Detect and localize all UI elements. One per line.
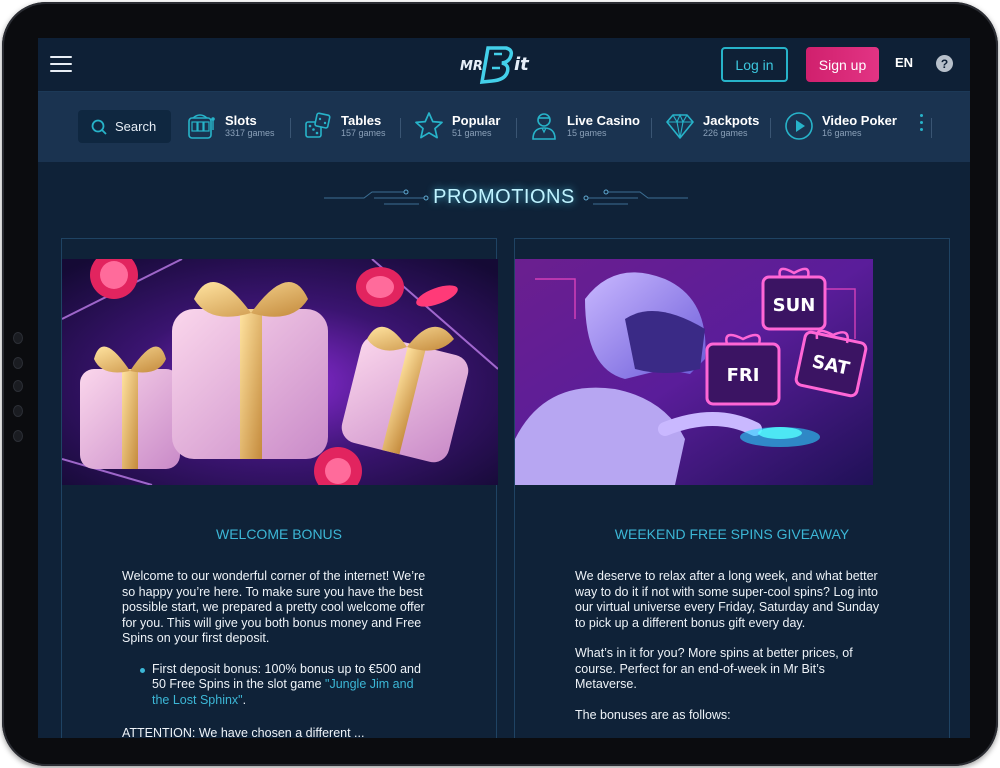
category-jackpots[interactable]: Jackpots 226 games bbox=[664, 106, 759, 146]
category-slots[interactable]: Slots 3317 games bbox=[186, 106, 275, 146]
search-label: Search bbox=[115, 119, 157, 134]
tablet-camera-dot bbox=[13, 332, 23, 344]
tablet-side-dot bbox=[13, 357, 23, 369]
category-count: 3317 games bbox=[225, 128, 275, 138]
dealer-icon bbox=[532, 113, 556, 140]
category-name: Tables bbox=[341, 113, 382, 128]
promo-paragraph: The bonuses are as follows: bbox=[575, 707, 731, 722]
promo-title: WEEKEND FREE SPINS GIVEAWAY bbox=[614, 526, 850, 542]
dice-icon bbox=[305, 112, 331, 138]
category-name: Slots bbox=[225, 113, 257, 128]
page-title: PROMOTIONS bbox=[433, 186, 575, 208]
more-categories-icon[interactable] bbox=[918, 114, 924, 138]
category-count: 157 games bbox=[341, 128, 386, 138]
promo-card-welcome-bonus[interactable]: WELCOME BONUS Welcome to our wonderful c… bbox=[61, 238, 498, 738]
category-video-poker[interactable]: Video Poker 16 games bbox=[783, 106, 897, 146]
category-name: Jackpots bbox=[703, 113, 760, 128]
promo-title: WELCOME BONUS bbox=[215, 526, 342, 542]
screen: MR it Log in Sign up EN ? Search Slots 3… bbox=[38, 38, 970, 738]
play-icon bbox=[785, 112, 813, 140]
nav-divider bbox=[400, 118, 401, 138]
gift-boxes-image bbox=[62, 259, 498, 485]
tablet-side-dot bbox=[13, 430, 23, 442]
category-name: Live Casino bbox=[567, 113, 640, 128]
star-icon bbox=[415, 112, 443, 139]
robot-weekend-gifts-image: SUN FRI SAT bbox=[515, 259, 873, 485]
promo-card-weekend-spins[interactable]: SUN FRI SAT WEEKEND FREE SPINS GIVEAWAY … bbox=[514, 238, 950, 738]
attention-text: ATTENTION: We have chosen a different ..… bbox=[122, 726, 365, 738]
nav-divider bbox=[516, 118, 517, 138]
nav-divider bbox=[931, 118, 932, 138]
category-count: 15 games bbox=[567, 128, 607, 138]
tablet-frame: MR it Log in Sign up EN ? Search Slots 3… bbox=[2, 2, 998, 766]
svg-text:it: it bbox=[514, 54, 530, 75]
category-nav: Search Slots 3317 games Tables 157 games… bbox=[38, 92, 970, 162]
nav-divider bbox=[290, 118, 291, 138]
mrbit-logo[interactable]: MR it bbox=[458, 42, 550, 86]
category-count: 51 games bbox=[452, 128, 492, 138]
bonus-list-item: First deposit bonus: 100% bonus up to €5… bbox=[122, 662, 434, 709]
category-count: 16 games bbox=[822, 128, 862, 138]
signup-button[interactable]: Sign up bbox=[806, 47, 879, 82]
promo-intro: Welcome to our wonderful corner of the i… bbox=[122, 569, 426, 645]
nav-divider bbox=[770, 118, 771, 138]
promo-paragraph: What’s in it for you? More spins at bett… bbox=[575, 646, 853, 691]
category-live-casino[interactable]: Live Casino 15 games bbox=[528, 106, 640, 146]
title-decoration-right bbox=[583, 189, 688, 205]
promo-description: We deserve to relax after a long week, a… bbox=[575, 569, 887, 738]
search-icon bbox=[91, 119, 107, 135]
category-tables[interactable]: Tables 157 games bbox=[302, 106, 386, 146]
nav-divider bbox=[651, 118, 652, 138]
category-count: 226 games bbox=[703, 128, 748, 138]
svg-text:MR: MR bbox=[460, 59, 483, 74]
top-header: MR it Log in Sign up EN ? bbox=[38, 38, 970, 92]
category-name: Popular bbox=[452, 113, 501, 128]
category-name: Video Poker bbox=[822, 113, 897, 128]
bonus-end: . bbox=[242, 692, 247, 707]
slot-machine-icon bbox=[188, 114, 215, 139]
help-icon[interactable]: ? bbox=[936, 55, 953, 72]
search-button[interactable]: Search bbox=[78, 110, 171, 143]
svg-text:SUN: SUN bbox=[773, 295, 816, 316]
tablet-side-dot bbox=[13, 380, 23, 392]
diamond-icon bbox=[666, 113, 694, 139]
hamburger-menu-icon[interactable] bbox=[50, 56, 72, 72]
promo-paragraph: We deserve to relax after a long week, a… bbox=[575, 569, 880, 630]
svg-text:FRI: FRI bbox=[727, 365, 760, 386]
login-button[interactable]: Log in bbox=[721, 47, 788, 82]
category-popular[interactable]: Popular 51 games bbox=[413, 106, 500, 146]
tablet-side-dot bbox=[13, 405, 23, 417]
promo-description: Welcome to our wonderful corner of the i… bbox=[122, 569, 434, 738]
language-selector[interactable]: EN bbox=[895, 55, 913, 70]
